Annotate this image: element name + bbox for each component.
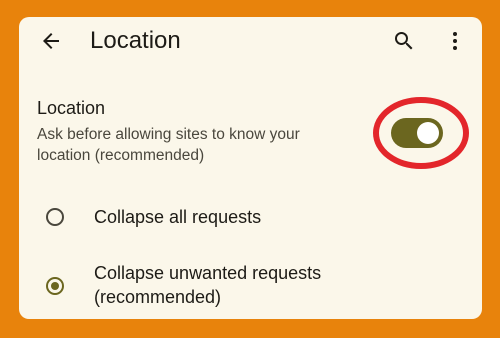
search-icon: [392, 29, 416, 58]
back-button[interactable]: [37, 29, 65, 57]
toggle-knob: [417, 122, 439, 144]
location-toggle[interactable]: [391, 118, 443, 148]
radio-button-checked[interactable]: [46, 277, 64, 295]
option-collapse-all[interactable]: Collapse all requests: [37, 203, 467, 233]
option-label: Collapse all requests: [94, 207, 262, 227]
more-options-button[interactable]: [443, 29, 467, 57]
search-button[interactable]: [390, 29, 418, 57]
option-collapse-unwanted[interactable]: Collapse unwanted requests (recommended): [37, 261, 467, 313]
more-vert-icon: [443, 29, 467, 58]
radio-dot: [51, 282, 59, 290]
top-app-bar: Location: [19, 17, 482, 67]
arrow-back-icon: [39, 29, 63, 58]
radio-button-unchecked[interactable]: [46, 208, 64, 226]
option-label: Collapse unwanted requests (recommended): [94, 263, 322, 307]
settings-card: Location Location Ask before allowing si…: [19, 17, 482, 319]
page-title: Location: [90, 27, 181, 54]
location-setting-title: Location: [37, 98, 106, 118]
location-setting-description: Ask before allowing sites to know your l…: [37, 126, 300, 164]
